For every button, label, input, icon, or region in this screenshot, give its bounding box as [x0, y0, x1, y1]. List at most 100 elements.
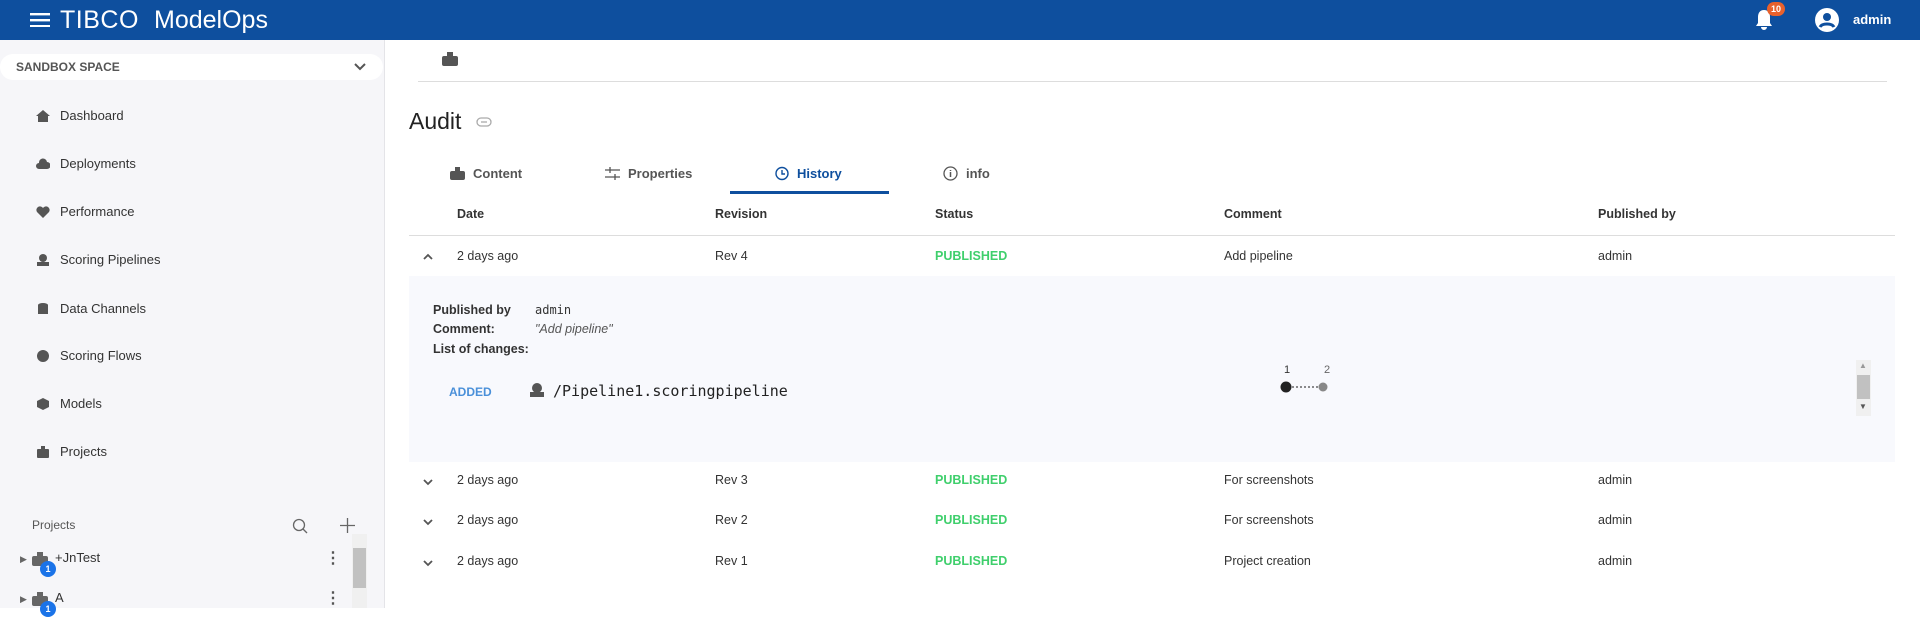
- cloud-upload-icon: [36, 158, 50, 169]
- timeline-node[interactable]: [1280, 381, 1292, 393]
- row-date: 2 days ago: [457, 554, 519, 568]
- user-avatar-icon[interactable]: [1815, 8, 1839, 32]
- table-row[interactable]: 2 days ago Rev 4 PUBLISHED Add pipeline …: [409, 240, 1895, 274]
- cube-icon: [37, 397, 49, 410]
- nav-label: Scoring Flows: [60, 348, 142, 363]
- brand-logo: TIBCO: [60, 6, 139, 34]
- column-header-date[interactable]: Date: [457, 207, 484, 221]
- nav-label: Performance: [60, 204, 135, 219]
- status-badge: PUBLISHED: [935, 554, 1008, 568]
- row-date: 2 days ago: [457, 513, 519, 527]
- table-row[interactable]: 2 days ago Rev 3 PUBLISHED For screensho…: [409, 464, 1895, 498]
- row-published-by: admin: [1598, 554, 1633, 568]
- row-published-by: admin: [1598, 249, 1633, 263]
- detail-comment: "Add pipeline": [535, 322, 613, 336]
- chevron-down-icon: [354, 63, 366, 71]
- more-options-icon[interactable]: ⋮: [325, 588, 341, 608]
- detail-label: Published by: [433, 303, 511, 317]
- row-date: 2 days ago: [457, 249, 519, 263]
- divider: [418, 81, 1887, 82]
- sidebar-item-projects[interactable]: Projects: [36, 444, 107, 459]
- change-type: ADDED: [449, 385, 492, 399]
- nav-label: Data Channels: [60, 301, 146, 316]
- search-icon[interactable]: [292, 518, 308, 534]
- row-revision: Rev 4: [715, 249, 748, 263]
- sidebar-item-data-channels[interactable]: Data Channels: [36, 301, 146, 316]
- sidebar-item-models[interactable]: Models: [36, 396, 102, 411]
- row-revision: Rev 2: [715, 513, 748, 527]
- expand-arrow-icon[interactable]: ▶: [20, 594, 27, 605]
- pipeline-icon: [37, 253, 49, 266]
- status-badge: PUBLISHED: [935, 249, 1008, 263]
- row-revision: Rev 3: [715, 473, 748, 487]
- status-badge: PUBLISHED: [935, 473, 1008, 487]
- column-header-comment[interactable]: Comment: [1224, 207, 1282, 221]
- project-item[interactable]: ▶ 1 +JnTest ⋮: [0, 546, 350, 577]
- heart-pulse-icon: [36, 205, 50, 218]
- change-path[interactable]: /Pipeline1.scoringpipeline: [553, 382, 788, 400]
- column-header-published-by[interactable]: Published by: [1598, 207, 1676, 221]
- user-name[interactable]: admin: [1853, 12, 1891, 27]
- nav-label: Models: [60, 396, 102, 411]
- sidebar-item-deployments[interactable]: Deployments: [36, 156, 136, 171]
- add-project-icon[interactable]: [340, 518, 355, 533]
- projects-scrollbar[interactable]: [352, 534, 367, 608]
- tab-label: info: [966, 166, 990, 181]
- nav-label: Deployments: [60, 156, 136, 171]
- menu-icon[interactable]: [30, 13, 50, 27]
- project-item[interactable]: ▶ 1 A ⋮: [0, 586, 350, 617]
- space-selector[interactable]: SANDBOX SPACE: [0, 54, 383, 80]
- expand-arrow-icon[interactable]: ▶: [20, 554, 27, 565]
- page-title: Audit: [409, 108, 462, 134]
- notification-badge: 10: [1767, 2, 1786, 16]
- detail-published-by: admin: [535, 303, 572, 317]
- space-label: SANDBOX SPACE: [16, 60, 120, 74]
- chevron-up-icon[interactable]: [422, 251, 434, 263]
- active-tab-indicator: [730, 191, 889, 194]
- sidebar-item-performance[interactable]: Performance: [36, 204, 134, 219]
- link-icon[interactable]: [476, 117, 492, 127]
- gauge-icon: [37, 349, 49, 362]
- row-comment: For screenshots: [1224, 513, 1314, 527]
- history-icon: [775, 166, 789, 181]
- revision-detail-panel: Published by admin Comment: "Add pipelin…: [409, 276, 1895, 462]
- timeline-label: 1: [1284, 364, 1291, 376]
- row-published-by: admin: [1598, 473, 1633, 487]
- row-comment: For screenshots: [1224, 473, 1314, 487]
- detail-scrollbar[interactable]: ▲ ▼: [1856, 360, 1871, 416]
- sidebar-item-scoring-pipelines[interactable]: Scoring Pipelines: [36, 252, 160, 267]
- briefcase-icon: [37, 445, 49, 458]
- column-header-revision[interactable]: Revision: [715, 207, 767, 221]
- table-row[interactable]: 2 days ago Rev 1 PUBLISHED Project creat…: [409, 545, 1895, 579]
- sidebar-item-scoring-flows[interactable]: Scoring Flows: [36, 348, 142, 363]
- product-name: ModelOps: [154, 6, 268, 34]
- tab-label: Content: [473, 166, 523, 181]
- detail-label: Comment:: [433, 322, 495, 336]
- chevron-down-icon[interactable]: [422, 476, 434, 488]
- header-divider: [409, 235, 1895, 236]
- sidebar: SANDBOX SPACE Dashboard Deployments Perf…: [0, 40, 385, 617]
- table-row[interactable]: 2 days ago Rev 2 PUBLISHED For screensho…: [409, 504, 1895, 538]
- tab-properties[interactable]: Properties: [605, 166, 692, 181]
- nav-label: Dashboard: [60, 108, 124, 123]
- tab-info[interactable]: info: [943, 166, 990, 181]
- chevron-down-icon[interactable]: [422, 516, 434, 528]
- home-icon: [36, 109, 50, 122]
- tab-label: History: [797, 166, 842, 181]
- detail-label: List of changes:: [433, 342, 529, 356]
- chevron-down-icon[interactable]: [422, 557, 434, 569]
- revision-timeline: [1280, 381, 1328, 393]
- tab-content[interactable]: Content: [450, 166, 522, 181]
- more-options-icon[interactable]: ⋮: [325, 548, 341, 568]
- briefcase-icon: [442, 52, 458, 66]
- row-published-by: admin: [1598, 513, 1633, 527]
- tab-label: Properties: [628, 166, 693, 181]
- sidebar-item-dashboard[interactable]: Dashboard: [36, 108, 124, 123]
- database-icon: [38, 302, 48, 314]
- row-comment: Project creation: [1224, 554, 1311, 568]
- timeline-node[interactable]: [1318, 382, 1328, 392]
- briefcase-icon: [450, 167, 465, 180]
- project-name: +JnTest: [55, 550, 101, 565]
- column-header-status[interactable]: Status: [935, 207, 973, 221]
- tab-history[interactable]: History: [774, 166, 842, 181]
